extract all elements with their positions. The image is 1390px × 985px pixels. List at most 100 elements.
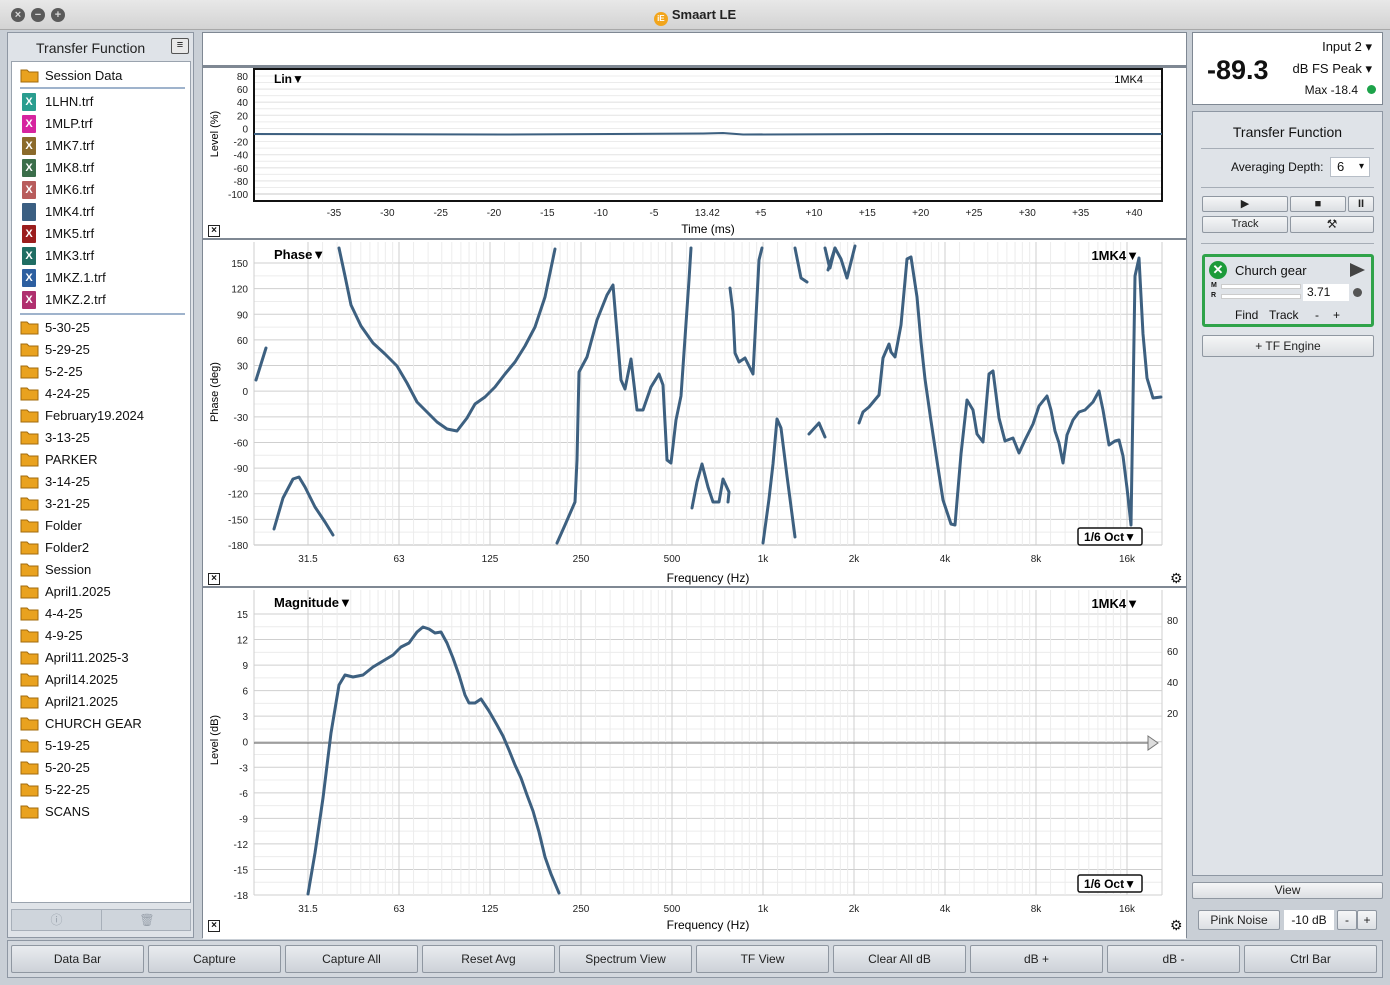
find-button[interactable]: Find <box>1235 308 1258 322</box>
engine-play-icon[interactable] <box>1350 263 1365 277</box>
control-panel: Transfer Function Averaging Depth: 6 ▾ ▶ … <box>1192 111 1383 876</box>
toolbar-db-button[interactable]: dB - <box>1107 945 1240 973</box>
folder-icon <box>20 343 39 357</box>
sidebar-file-item[interactable]: X 1MK6.trf <box>12 179 190 201</box>
phase-close-icon[interactable]: × <box>208 573 220 585</box>
stop-button[interactable]: ■ <box>1290 196 1346 212</box>
impulse-x-tick: +35 <box>1072 208 1089 219</box>
sidebar-folder-item[interactable]: 5-20-25 <box>12 757 190 779</box>
sidebar-file-item[interactable]: X 1MK3.trf <box>12 245 190 267</box>
tf-engine-card[interactable]: ✕ Church gear M R 3.71 Find Track - + <box>1202 254 1374 327</box>
sidebar-file-item[interactable]: X 1MLP.trf <box>12 113 190 135</box>
sidebar-folder-item[interactable]: 4-9-25 <box>12 625 190 647</box>
hamburger-icon[interactable]: ≡ <box>171 38 189 54</box>
magnitude-gear-icon[interactable]: ⚙ <box>1170 918 1184 932</box>
sidebar-folder-item[interactable]: 5-29-25 <box>12 339 190 361</box>
toolbar-db-button[interactable]: dB + <box>970 945 1103 973</box>
tools-icon[interactable]: ⚒ <box>1290 216 1374 233</box>
magnitude-smoothing-label[interactable]: 1/6 Oct▼ <box>1084 877 1136 891</box>
sidebar-folder-item[interactable]: 5-19-25 <box>12 735 190 757</box>
sidebar-folder-item[interactable]: CHURCH GEAR <box>12 713 190 735</box>
sidebar-file-item[interactable]: X 1MK7.trf <box>12 135 190 157</box>
phase-trace-label[interactable]: 1MK4▼ <box>1091 248 1139 263</box>
magnitude-y-axis-label: Level (dB) <box>209 715 221 765</box>
input-select[interactable]: Input 2 ▾ <box>1322 39 1372 55</box>
averaging-select[interactable]: 6 ▾ <box>1330 157 1370 177</box>
toolbar-clear-all-db-button[interactable]: Clear All dB <box>833 945 966 973</box>
meter-max: Max -18.4 <box>1304 83 1358 97</box>
phase-smoothing-label[interactable]: 1/6 Oct▼ <box>1084 530 1136 544</box>
engine-m-label: M <box>1211 282 1217 289</box>
magnitude-trace-label[interactable]: 1MK4▼ <box>1091 596 1139 611</box>
sidebar-folder-item[interactable]: 5-22-25 <box>12 779 190 801</box>
toolbar-spectrum-view-button[interactable]: Spectrum View <box>559 945 692 973</box>
toolbar-tf-view-button[interactable]: TF View <box>696 945 829 973</box>
sidebar-file-item[interactable]: X 1MKZ.2.trf <box>12 289 190 311</box>
sidebar-item-session-data[interactable]: Session Data <box>12 65 190 87</box>
sidebar-file-item[interactable]: X 1MK8.trf <box>12 157 190 179</box>
magnitude-close-icon[interactable]: × <box>208 920 220 932</box>
noise-plus-button[interactable]: + <box>1357 910 1377 930</box>
sidebar-folder-item[interactable]: 5-2-25 <box>12 361 190 383</box>
magnitude-svg: 15129630-3-6-9-12-15-18 80604020 31.5 63 1… <box>209 590 1179 932</box>
sidebar-file-item[interactable]: X 1LHN.trf <box>12 91 190 113</box>
file-browser[interactable]: Session Data X 1LHN.trf X 1MLP.trf X 1MK7.trf X… <box>11 61 191 903</box>
toolbar-ctrl-bar-button[interactable]: Ctrl Bar <box>1244 945 1377 973</box>
phase-mode-label[interactable]: Phase▼ <box>274 247 325 262</box>
toolbar-capture-all-button[interactable]: Capture All <box>285 945 418 973</box>
sidebar-folder-item[interactable]: 4-24-25 <box>12 383 190 405</box>
noise-level-field[interactable]: -10 dB <box>1284 910 1334 930</box>
sidebar-folder-item[interactable]: Folder <box>12 515 190 537</box>
engine-plus-button[interactable]: + <box>1333 308 1340 322</box>
track-button[interactable]: Track <box>1202 216 1288 233</box>
sidebar-folder-item[interactable]: April14.2025 <box>12 669 190 691</box>
sidebar-folder-item[interactable]: 4-4-25 <box>12 603 190 625</box>
folder-icon <box>20 519 39 533</box>
sidebar-file-item[interactable]: X 1MKZ.1.trf <box>12 267 190 289</box>
info-icon[interactable]: ⓘ <box>12 910 102 930</box>
sidebar-folder-item[interactable]: 3-14-25 <box>12 471 190 493</box>
engine-delay-field[interactable]: 3.71 <box>1303 284 1349 301</box>
engine-track-button[interactable]: Track <box>1269 308 1299 322</box>
pink-noise-button[interactable]: Pink Noise <box>1198 910 1280 930</box>
sidebar-folder-item[interactable]: Folder2 <box>12 537 190 559</box>
sidebar-folder-item[interactable]: 3-13-25 <box>12 427 190 449</box>
toolbar-capture-button[interactable]: Capture <box>148 945 281 973</box>
unit-select[interactable]: dB FS Peak ▾ <box>1292 61 1372 77</box>
sidebar-folder-item[interactable]: April21.2025 <box>12 691 190 713</box>
toolbar-reset-avg-button[interactable]: Reset Avg <box>422 945 555 973</box>
sidebar-item-label: February19.2024 <box>45 408 145 423</box>
sidebar-file-item[interactable]: X 1MK5.trf <box>12 223 190 245</box>
sidebar-folder-item[interactable]: 5-30-25 <box>12 317 190 339</box>
toolbar-data-bar-button[interactable]: Data Bar <box>11 945 144 973</box>
divider <box>1201 243 1374 244</box>
trf-file-icon: X <box>22 159 36 177</box>
phase-y-tick: 90 <box>237 310 249 321</box>
open-folder-icon <box>20 69 39 83</box>
impulse-close-icon[interactable]: × <box>208 225 220 237</box>
engine-status-icon[interactable]: ✕ <box>1209 261 1227 279</box>
impulse-x-tick: -10 <box>593 208 608 219</box>
engine-record-icon[interactable] <box>1353 288 1362 297</box>
magnitude-marker-icon[interactable] <box>1147 735 1159 751</box>
sidebar-folder-item[interactable]: Session <box>12 559 190 581</box>
sidebar-folder-item[interactable]: April11.2025-3 <box>12 647 190 669</box>
noise-minus-button[interactable]: - <box>1337 910 1357 930</box>
phase-y-axis-label: Phase (deg) <box>209 362 221 422</box>
sidebar-folder-item[interactable]: 3-21-25 <box>12 493 190 515</box>
phase-gear-icon[interactable]: ⚙ <box>1170 571 1184 585</box>
sidebar-folder-item[interactable]: PARKER <box>12 449 190 471</box>
engine-minus-button[interactable]: - <box>1315 308 1319 322</box>
sidebar-folder-item[interactable]: SCANS <box>12 801 190 823</box>
add-tf-engine-button[interactable]: + TF Engine <box>1202 335 1374 357</box>
impulse-mode-label[interactable]: Lin▼ <box>274 72 304 86</box>
sidebar-file-item[interactable]: 1MK4.trf <box>12 201 190 223</box>
impulse-x-tick: -20 <box>487 208 502 219</box>
trash-icon[interactable]: 🗑 <box>102 910 192 930</box>
magnitude-mode-label[interactable]: Magnitude▼ <box>274 595 352 610</box>
sidebar-folder-item[interactable]: February19.2024 <box>12 405 190 427</box>
play-button[interactable]: ▶ <box>1202 196 1288 212</box>
view-button[interactable]: View <box>1192 882 1383 899</box>
sidebar-folder-item[interactable]: April1.2025 <box>12 581 190 603</box>
pause-button[interactable]: II <box>1348 196 1374 212</box>
